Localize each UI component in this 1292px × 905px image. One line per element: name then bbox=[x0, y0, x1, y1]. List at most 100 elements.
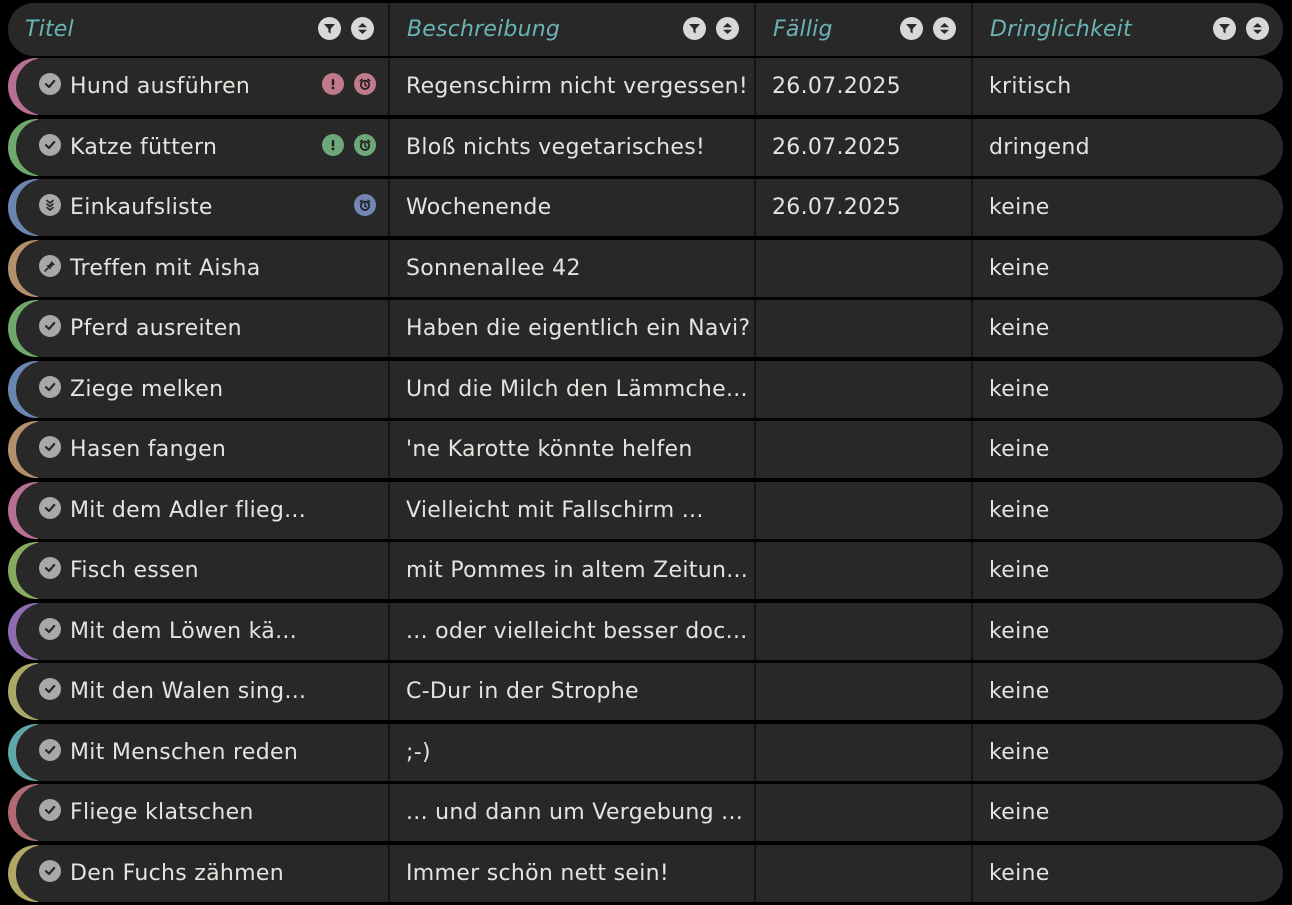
column-header-description[interactable]: Beschreibung bbox=[390, 3, 753, 56]
check-circle-icon[interactable] bbox=[39, 436, 61, 458]
exclamation-icon bbox=[322, 73, 344, 95]
check-circle-icon[interactable] bbox=[39, 738, 61, 761]
column-header-title[interactable]: Titel bbox=[8, 3, 388, 56]
table-row[interactable]: Den Fuchs zähmen Immer schön nett sein! … bbox=[8, 844, 1283, 902]
task-title: Katze füttern bbox=[70, 134, 218, 160]
table-row[interactable]: Mit dem Löwen kä... ... oder vielleicht … bbox=[8, 602, 1283, 660]
cell-title: Mit dem Adler flieg... bbox=[8, 481, 388, 539]
cell-title: Pferd ausreiten bbox=[8, 300, 388, 357]
check-circle-icon[interactable] bbox=[39, 799, 61, 821]
task-urgency: dringend bbox=[989, 134, 1090, 160]
cell-description: C-Dur in der Strophe bbox=[390, 663, 753, 720]
check-circle-icon[interactable] bbox=[39, 375, 61, 398]
alarm-clock-icon bbox=[354, 73, 376, 95]
check-circle-icon[interactable] bbox=[39, 496, 61, 519]
column-header-due[interactable]: Fällig bbox=[756, 3, 970, 56]
task-urgency: keine bbox=[989, 860, 1050, 886]
table-row[interactable]: Einkaufsliste Wochenende 26.07.2025 kein… bbox=[8, 179, 1283, 236]
filter-icon[interactable] bbox=[900, 17, 923, 40]
task-description: mit Pommes in altem Zeitun... bbox=[406, 558, 749, 583]
cell-due bbox=[756, 482, 970, 539]
check-circle-icon[interactable] bbox=[39, 557, 61, 579]
cell-due bbox=[756, 784, 970, 841]
task-title: Den Fuchs zähmen bbox=[70, 860, 284, 886]
cell-title: Mit dem Löwen kä... bbox=[8, 602, 388, 660]
table-row[interactable]: Mit den Walen sing... C-Dur in der Strop… bbox=[8, 663, 1283, 720]
task-title: Treffen mit Aisha bbox=[70, 255, 261, 281]
cell-due: 26.07.2025 bbox=[756, 119, 970, 176]
task-title: Mit Menschen reden bbox=[70, 739, 299, 765]
table-row[interactable]: Ziege melken Und die Milch den Lämmche..… bbox=[8, 360, 1283, 418]
table-row[interactable]: Fliege klatschen ... und dann um Vergebu… bbox=[8, 784, 1283, 841]
cell-due bbox=[756, 663, 970, 720]
cell-urgency: dringend bbox=[973, 119, 1283, 176]
task-title: Pferd ausreiten bbox=[70, 316, 242, 341]
cell-urgency: keine bbox=[973, 421, 1283, 478]
cell-urgency: keine bbox=[973, 784, 1283, 841]
task-due-date: 26.07.2025 bbox=[772, 195, 901, 220]
cell-description: Regenschirm nicht vergessen! bbox=[390, 58, 753, 115]
check-circle-icon[interactable] bbox=[39, 315, 61, 337]
cell-urgency: keine bbox=[973, 724, 1283, 781]
task-urgency: keine bbox=[989, 800, 1050, 825]
cell-urgency: kritisch bbox=[973, 58, 1283, 115]
sort-icon[interactable] bbox=[351, 17, 374, 40]
task-description: Und die Milch den Lämmche... bbox=[406, 376, 748, 402]
sort-icon[interactable] bbox=[933, 17, 956, 40]
pin-icon[interactable] bbox=[39, 254, 61, 277]
task-badges bbox=[354, 194, 376, 216]
cell-title: Treffen mit Aisha bbox=[8, 239, 388, 297]
cell-title: Einkaufsliste bbox=[8, 179, 388, 236]
cell-urgency: keine bbox=[973, 542, 1283, 599]
check-circle-icon[interactable] bbox=[39, 73, 61, 95]
task-description: Immer schön nett sein! bbox=[406, 860, 670, 886]
check-circle-icon[interactable] bbox=[39, 133, 61, 156]
table-row[interactable]: Pferd ausreiten Haben die eigentlich ein… bbox=[8, 300, 1283, 357]
cell-due: 26.07.2025 bbox=[756, 179, 970, 236]
cell-description: ;-) bbox=[390, 724, 753, 781]
table-row[interactable]: Hund ausführen Regenschirm nicht vergess… bbox=[8, 58, 1283, 115]
cell-description: Bloß nichts vegetarisches! bbox=[390, 119, 753, 176]
check-circle-icon[interactable] bbox=[39, 859, 61, 882]
task-title: Mit den Walen sing... bbox=[70, 679, 307, 704]
alarm-clock-icon bbox=[354, 194, 376, 216]
check-circle-icon[interactable] bbox=[39, 617, 61, 640]
task-description: ;-) bbox=[406, 739, 431, 765]
sort-icon[interactable] bbox=[716, 17, 739, 40]
cell-urgency: keine bbox=[973, 603, 1283, 660]
table-row[interactable]: Fisch essen mit Pommes in altem Zeitun..… bbox=[8, 542, 1283, 599]
task-description: C-Dur in der Strophe bbox=[406, 679, 639, 704]
filter-icon[interactable] bbox=[683, 17, 706, 40]
task-description: Regenschirm nicht vergessen! bbox=[406, 74, 749, 99]
table-row[interactable]: Katze füttern Bloß nichts vegetarisches!… bbox=[8, 118, 1283, 176]
sort-icon[interactable] bbox=[1246, 17, 1269, 40]
filter-icon[interactable] bbox=[318, 17, 341, 40]
cell-title: Hasen fangen bbox=[8, 421, 388, 478]
list-chevrons-icon[interactable] bbox=[39, 194, 61, 216]
task-title: Hund ausführen bbox=[70, 74, 251, 99]
task-description: Wochenende bbox=[406, 195, 552, 220]
cell-description: Wochenende bbox=[390, 179, 753, 236]
check-circle-icon[interactable] bbox=[39, 678, 61, 700]
cell-title: Den Fuchs zähmen bbox=[8, 844, 388, 902]
table-row[interactable]: Hasen fangen 'ne Karotte könnte helfen k… bbox=[8, 421, 1283, 478]
task-description: ... und dann um Vergebung ... bbox=[406, 800, 744, 825]
task-description: 'ne Karotte könnte helfen bbox=[406, 437, 693, 462]
task-urgency: keine bbox=[989, 195, 1050, 220]
cell-description: Und die Milch den Lämmche... bbox=[390, 361, 753, 418]
task-description: Bloß nichts vegetarisches! bbox=[406, 134, 706, 160]
table-header: Titel Beschreibung Fällig Dringlichkeit bbox=[8, 3, 1283, 56]
cell-description: Vielleicht mit Fallschirm ... bbox=[390, 482, 753, 539]
task-description: Vielleicht mit Fallschirm ... bbox=[406, 497, 704, 523]
cell-urgency: keine bbox=[973, 179, 1283, 236]
column-header-urgency[interactable]: Dringlichkeit bbox=[973, 3, 1283, 56]
task-urgency: keine bbox=[989, 558, 1050, 583]
cell-urgency: keine bbox=[973, 663, 1283, 720]
table-row[interactable]: Mit Menschen reden ;-) keine bbox=[8, 723, 1283, 781]
task-description: Sonnenallee 42 bbox=[406, 255, 581, 281]
cell-due bbox=[756, 542, 970, 599]
filter-icon[interactable] bbox=[1213, 17, 1236, 40]
table-row[interactable]: Mit dem Adler flieg... Vielleicht mit Fa… bbox=[8, 481, 1283, 539]
task-description: Haben die eigentlich ein Navi? bbox=[406, 316, 751, 341]
table-row[interactable]: Treffen mit Aisha Sonnenallee 42 keine bbox=[8, 239, 1283, 297]
